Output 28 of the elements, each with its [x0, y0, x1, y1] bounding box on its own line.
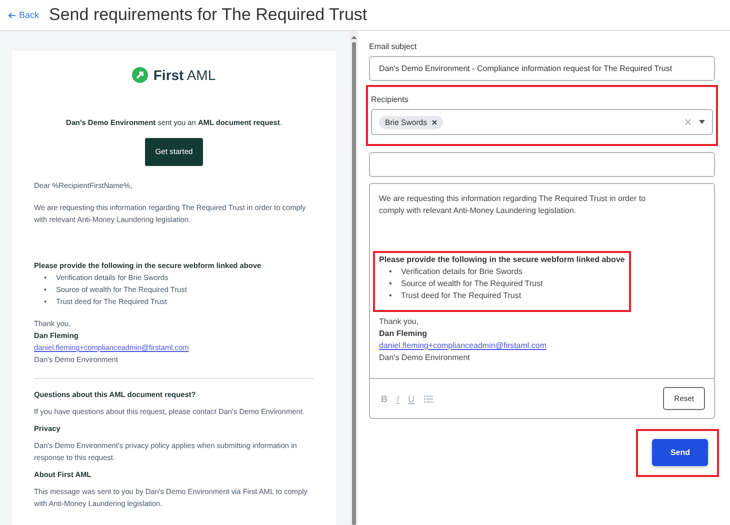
back-link[interactable]: Back: [8, 10, 40, 20]
subject-label: Email subject: [369, 42, 418, 51]
logo-text: First AML: [153, 69, 216, 81]
page-title: Send requirements for The Required Trust: [49, 5, 368, 25]
sender-email-link[interactable]: daniel.fleming+complianceadmin@firstaml.com: [379, 341, 547, 350]
email-body-editor[interactable]: [369, 183, 715, 419]
recipients-label: Recipients: [371, 95, 410, 104]
back-arrow-icon: [8, 12, 16, 18]
scroll-up-icon[interactable]: [351, 35, 357, 40]
requirement-item: Verification details for Brie Swords: [401, 266, 522, 278]
bullet-marker: •: [389, 290, 393, 302]
requirement-item: Trust deed for The Required Trust: [401, 290, 522, 302]
remove-icon[interactable]: [432, 120, 438, 124]
bullet-marker: •: [389, 266, 393, 278]
clear-icon[interactable]: [685, 119, 691, 125]
sender-organization: Dan's Demo Environment: [379, 352, 471, 364]
scrollbar[interactable]: [350, 31, 358, 525]
bullet-marker: •: [389, 278, 393, 290]
dropdown-caret-icon[interactable]: [699, 120, 705, 124]
cc-field[interactable]: [369, 152, 715, 177]
sender-name: Dan Fleming: [379, 328, 428, 340]
send-button[interactable]: Send: [652, 439, 708, 466]
subject-field[interactable]: Dan's Demo Environment - Compliance information request for The Required Trust: [369, 56, 715, 81]
requirements-heading: Please provide the following in the secure webform linked above: [379, 254, 625, 266]
body-paragraph: We are requesting this information regarding The Required Trust in order to comply with relevant Anti-Money Laundering legislation.: [379, 193, 647, 217]
signoff-text: Thank you,: [379, 316, 420, 328]
logo-icon: [132, 67, 148, 83]
requirement-item: Source of wealth for The Required Trust: [401, 278, 543, 290]
